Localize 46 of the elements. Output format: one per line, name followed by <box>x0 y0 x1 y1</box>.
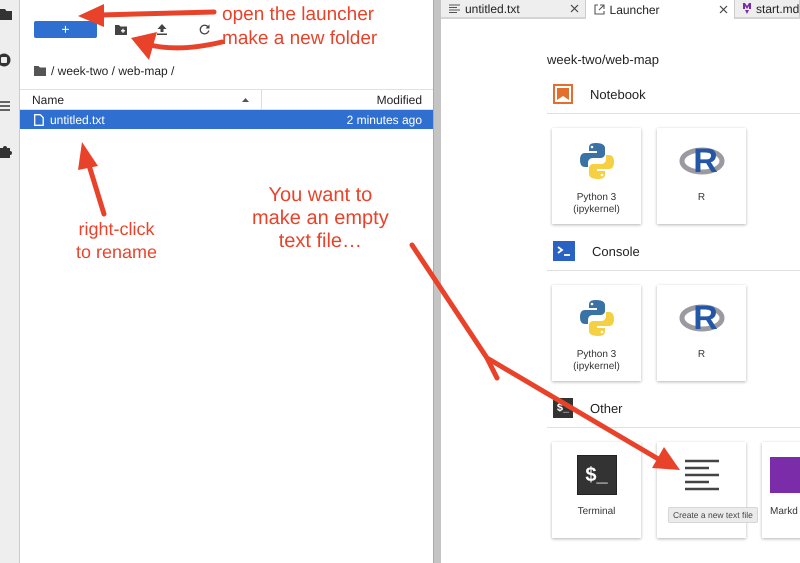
launcher-card[interactable]: Markd <box>762 442 800 538</box>
markdown-icon <box>743 3 751 14</box>
file-name: untitled.txt <box>50 112 105 126</box>
markdown-icon <box>770 457 800 493</box>
modified-time: 2 minutes ago <box>346 112 422 126</box>
launcher-card[interactable]: R R <box>657 285 746 381</box>
new-launcher-button[interactable]: + <box>34 20 97 38</box>
annotation-text: open the launcher <box>222 3 374 26</box>
column-header[interactable]: Modified <box>262 92 433 106</box>
folder-icon[interactable] <box>34 66 46 76</box>
list-icon[interactable] <box>0 100 12 112</box>
notebook-icon <box>553 84 573 104</box>
stop-icon[interactable] <box>0 53 12 67</box>
launcher-card[interactable]: R R <box>657 128 746 224</box>
tab[interactable]: untitled.txt <box>441 0 586 17</box>
close-icon[interactable] <box>570 4 579 13</box>
terminal-logo: $_ <box>576 455 616 495</box>
folder-icon[interactable] <box>0 8 12 20</box>
tab[interactable]: Launcher <box>586 0 735 19</box>
annotation-text: right-click to rename <box>76 218 158 264</box>
external-link-icon <box>594 4 605 15</box>
tooltip: Create a new text file <box>668 507 758 523</box>
file-row[interactable]: untitled.txt 2 minutes ago <box>20 110 433 129</box>
launcher-card[interactable]: $_ Terminal <box>552 442 641 538</box>
section-title: Console <box>592 244 640 258</box>
console-icon <box>553 241 575 261</box>
tab[interactable]: start.md <box>735 0 800 17</box>
launcher-card[interactable]: Python 3 (ipykernel) <box>552 128 641 224</box>
file-icon <box>34 114 44 126</box>
python-logo-icon <box>580 141 614 181</box>
section-title: Other <box>590 400 623 416</box>
section-title: Notebook <box>590 86 646 102</box>
annotation-text: You want to make an empty text file… <box>252 184 389 253</box>
breadcrumb-path[interactable]: / week-two / web-map / <box>51 64 174 78</box>
python-logo-icon <box>580 298 614 338</box>
launcher-card[interactable]: Python 3 (ipykernel) <box>552 285 641 381</box>
close-icon[interactable] <box>719 5 728 14</box>
text-file-icon <box>684 459 718 491</box>
upload-icon[interactable] <box>157 24 167 34</box>
refresh-icon[interactable] <box>199 24 210 34</box>
text-lines-icon <box>449 4 460 13</box>
launcher-path: week-two/web-map <box>547 52 660 67</box>
new-folder-icon[interactable] <box>115 24 127 34</box>
column-header[interactable]: Name <box>20 90 262 109</box>
puzzle-icon[interactable] <box>0 145 12 159</box>
annotation-text: make a new folder <box>222 27 378 50</box>
